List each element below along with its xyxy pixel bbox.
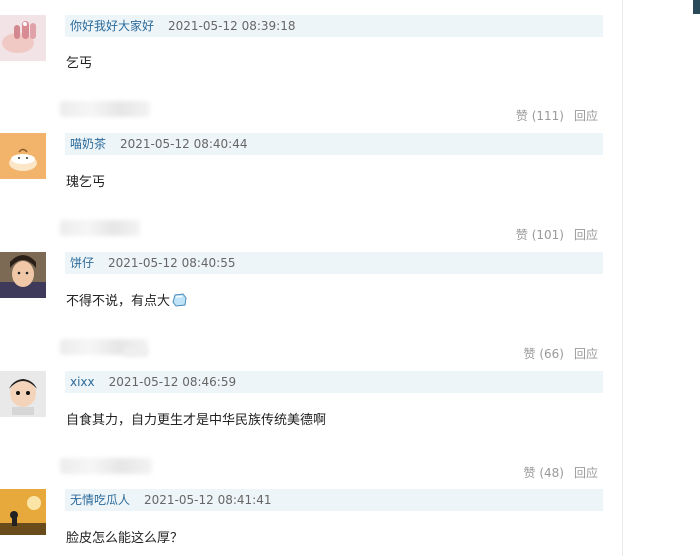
comment-meta: 你好我好大家好 2021-05-12 08:39:18 — [65, 15, 603, 37]
comment-text: 瑰乞丐 — [66, 175, 106, 190]
comment-meta: xixx 2021-05-12 08:46:59 — [65, 371, 603, 393]
reply-button[interactable]: 回应 — [574, 347, 598, 361]
comment-actions: 赞 (111) 回应 — [516, 107, 598, 124]
username[interactable]: 你好我好大家好 — [70, 19, 154, 33]
reply-button[interactable]: 回应 — [574, 228, 598, 242]
comment-text: 乞丐 — [66, 56, 93, 71]
blurred-reply — [60, 220, 140, 236]
comment-meta: 无情吃瓜人 2021-05-12 08:41:41 — [65, 489, 603, 511]
comment-meta: 饼仔 2021-05-12 08:40:55 — [65, 252, 603, 274]
comment-list: 你好我好大家好 2021-05-12 08:39:18 乞丐 赞 (111) 回应 … — [0, 0, 622, 556]
timestamp: 2021-05-12 08:46:59 — [108, 375, 237, 389]
timestamp: 2021-05-12 08:40:55 — [108, 256, 236, 270]
blurred-reply — [60, 101, 150, 117]
avatar[interactable] — [0, 133, 46, 179]
comment-text: 自食其力，自力更生才是中华民族传统美德啊 — [66, 413, 327, 428]
column-divider — [622, 0, 623, 556]
timestamp: 2021-05-12 08:41:41 — [144, 493, 272, 507]
like-button[interactable]: 赞 (111) — [516, 109, 564, 123]
blurred-reply — [60, 458, 152, 474]
comment-actions: 赞 (101) 回应 — [516, 226, 598, 243]
timestamp: 2021-05-12 08:40:44 — [120, 137, 248, 151]
comment-actions: 赞 (48) 回应 — [524, 464, 598, 481]
avatar[interactable] — [0, 371, 46, 417]
reply-button[interactable]: 回应 — [574, 466, 598, 480]
username[interactable]: 无情吃瓜人 — [70, 493, 130, 507]
reply-button[interactable]: 回应 — [574, 109, 598, 123]
like-button[interactable]: 赞 (66) — [524, 347, 564, 361]
username[interactable]: 喵奶茶 — [70, 137, 106, 151]
avatar[interactable] — [0, 15, 46, 61]
timestamp: 2021-05-12 08:39:18 — [168, 19, 296, 33]
comment-text-body: 不得不说，有点大 — [66, 294, 171, 309]
avatar[interactable] — [0, 252, 46, 298]
ice-cube-emoji-icon — [172, 293, 187, 311]
blurred-reply-tail — [124, 347, 148, 357]
avatar[interactable] — [0, 489, 46, 535]
comment-text: 脸皮怎么能这么厚？ — [66, 531, 184, 546]
comment-actions: 赞 (66) 回应 — [524, 345, 598, 362]
like-button[interactable]: 赞 (101) — [516, 228, 564, 242]
username[interactable]: xixx — [70, 375, 95, 389]
like-button[interactable]: 赞 (48) — [524, 466, 564, 480]
comment-text: 不得不说，有点大 — [66, 290, 187, 311]
username[interactable]: 饼仔 — [70, 256, 94, 270]
comment-meta: 喵奶茶 2021-05-12 08:40:44 — [65, 133, 603, 155]
sidebar-edge — [693, 0, 700, 14]
